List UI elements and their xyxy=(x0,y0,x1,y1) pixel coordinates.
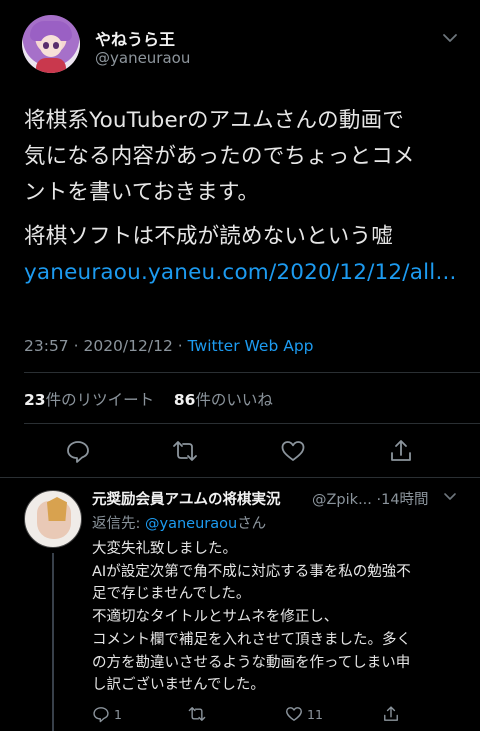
reply-text-line: し訳ございませんでした。 xyxy=(92,677,265,694)
retweet-icon xyxy=(188,707,206,721)
reply-like-button[interactable]: 11 xyxy=(285,704,323,724)
reply-like-count: 11 xyxy=(307,706,323,722)
tweet-link[interactable]: yaneuraou.yaneu.com/2020/12/12/all... xyxy=(24,255,464,291)
reply-share-button[interactable] xyxy=(382,704,400,724)
reply-text-line: 不適切なタイトルとサムネを修正し、 xyxy=(92,609,339,626)
reply-to-suffix: さん xyxy=(237,516,267,532)
reply-time: 14時間 xyxy=(381,492,429,508)
divider xyxy=(24,372,480,373)
avatar[interactable] xyxy=(22,15,80,73)
reply-text-line: 足で存じませんでした。 xyxy=(92,586,251,603)
reply-to-handle[interactable]: @yaneuraou xyxy=(145,516,237,532)
like-icon[interactable] xyxy=(280,438,306,464)
reply-icon[interactable] xyxy=(65,438,91,464)
share-icon xyxy=(384,706,398,721)
tweet-actions xyxy=(0,438,480,464)
display-name[interactable]: やねうら王 xyxy=(95,26,175,50)
reply-text: 大変失礼致しました。 AIが設定次第で角不成に対応する事を私の勉強不 足で存じま… xyxy=(92,538,462,697)
tweet-meta: 23:57 · 2020/12/12 · Twitter Web App xyxy=(24,337,314,355)
retweet-count[interactable]: 23 xyxy=(24,391,46,409)
tweet-text-line: 将棋系YouTuberのアユムさんの動画で xyxy=(24,108,404,133)
divider xyxy=(24,423,480,424)
reply-reply-count: 1 xyxy=(114,706,122,722)
like-label[interactable]: 件のいいね xyxy=(195,391,273,409)
divider xyxy=(0,477,480,478)
reply-text-line: AIが設定次第で角不成に対応する事を私の勉強不 xyxy=(92,563,411,580)
reply-icon xyxy=(93,707,109,723)
like-icon xyxy=(286,707,302,721)
tweet-stats: 23件のリツイート 86件のいいね xyxy=(24,388,273,410)
tweet-text-line: 気になる内容があったのでちょっとコメ xyxy=(24,144,415,169)
retweet-label[interactable]: 件のリツイート xyxy=(46,391,155,409)
retweet-icon[interactable] xyxy=(172,438,198,464)
reply-text-line: の方を勘違いさせるような動画を作ってしまい申 xyxy=(92,654,411,671)
reply-to-prefix: 返信先: xyxy=(92,516,145,532)
reply-handle[interactable]: @Zpik... xyxy=(312,492,372,508)
reply-retweet-button[interactable] xyxy=(188,704,206,724)
reply-to: 返信先: @yaneuraouさん xyxy=(92,512,266,533)
handle[interactable]: @yaneuraou xyxy=(95,49,190,67)
meta-separator: · xyxy=(73,337,84,355)
reply-text-line: コメント欄で補足を入れさせて頂きました。多く xyxy=(92,631,411,648)
reply-display-name[interactable]: 元奨励会員アユムの将棋実況 xyxy=(92,488,281,509)
reply-text-line: 大変失礼致しました。 xyxy=(92,541,237,557)
tweet-text-line: ントを書いておきます。 xyxy=(24,180,260,205)
tweet-source[interactable]: Twitter Web App xyxy=(188,337,314,355)
meta-separator: · xyxy=(177,337,183,355)
reply-actions: 1 11 xyxy=(0,704,480,724)
chevron-down-icon[interactable] xyxy=(440,30,460,46)
reply-reply-button[interactable]: 1 xyxy=(92,704,122,724)
tweet-text: 将棋系YouTuberのアユムさんの動画で 気になる内容があったのでちょっとコメ… xyxy=(24,103,464,291)
share-icon[interactable] xyxy=(388,438,414,464)
tweet-text-line: 将棋ソフトは不成が読めないという嘘 xyxy=(24,224,393,249)
chevron-down-icon[interactable] xyxy=(442,491,458,503)
tweet-date: 2020/12/12 xyxy=(83,337,173,355)
tweet-time: 23:57 xyxy=(24,337,69,355)
like-count[interactable]: 86 xyxy=(174,391,196,409)
reply-handle-time: @Zpik... ·14時間 xyxy=(312,488,429,509)
reply-avatar[interactable] xyxy=(24,490,82,548)
